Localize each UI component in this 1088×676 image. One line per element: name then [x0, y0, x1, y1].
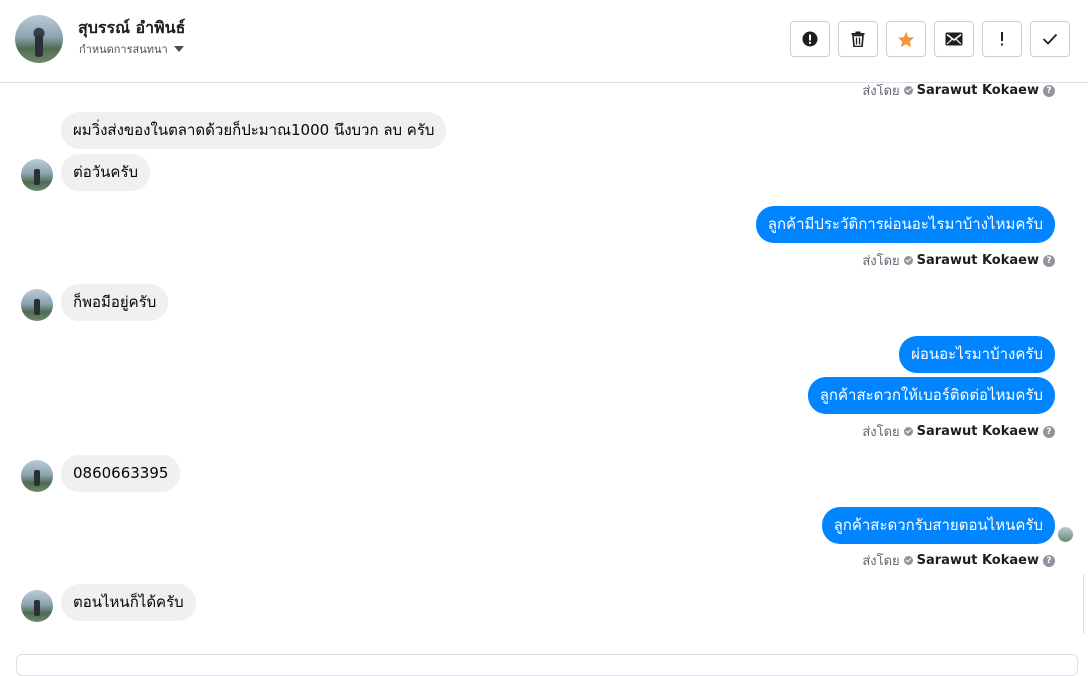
sent-by-label: ส่งโดย: [862, 425, 900, 440]
contact-name[interactable]: สุบรรณ์ อำพินธ์: [78, 16, 185, 41]
contact-avatar-small[interactable]: [21, 590, 53, 622]
sent-by-label: ส่งโดย: [862, 254, 900, 269]
conversation-header: สุบรรณ์ อำพินธ์ กำหนดการสนทนา: [0, 0, 1088, 83]
sent-by-label: ส่งโดย: [862, 554, 900, 569]
contact-avatar-small[interactable]: [21, 460, 53, 492]
check-icon: [1042, 33, 1058, 45]
verified-icon: [903, 556, 913, 565]
help-icon[interactable]: ?: [1043, 554, 1055, 567]
incoming-message[interactable]: ตอนไหนก็ได้ครับ: [61, 584, 196, 621]
incoming-message[interactable]: ก็พอมีอยู่ครับ: [61, 284, 169, 321]
contact-avatar[interactable]: [15, 15, 63, 63]
verified-icon: [903, 427, 913, 436]
sent-by-info: ส่งโดย Sarawut Kokaew ?: [862, 84, 1055, 101]
help-icon[interactable]: ?: [1043, 84, 1055, 97]
sender-name[interactable]: Sarawut Kokaew: [917, 84, 1039, 98]
alert-circle-icon: [802, 31, 818, 47]
conversation-label: กำหนดการสนทนา: [79, 43, 168, 56]
scrollbar[interactable]: [1083, 574, 1084, 634]
delete-button[interactable]: [838, 21, 878, 57]
mark-unread-button[interactable]: [934, 21, 974, 57]
mark-spam-button[interactable]: [790, 21, 830, 57]
sent-by-info: ส่งโดย Sarawut Kokaew ?: [862, 421, 1055, 442]
conversation-toolbar: [790, 21, 1070, 57]
trash-icon: [851, 31, 865, 47]
message-thread[interactable]: ส่งโดย Sarawut Kokaew ? ผมวิ่งส่งของในตล…: [0, 84, 1088, 661]
incoming-message[interactable]: 0860663395: [61, 455, 181, 492]
envelope-icon: [945, 32, 963, 46]
mark-done-button[interactable]: [1030, 21, 1070, 57]
contact-avatar-small[interactable]: [21, 289, 53, 321]
verified-icon: [903, 256, 913, 265]
incoming-message[interactable]: ต่อวันครับ: [61, 154, 151, 191]
conversation-settings-dropdown[interactable]: กำหนดการสนทนา: [79, 40, 184, 58]
sender-name[interactable]: Sarawut Kokaew: [917, 424, 1039, 439]
incoming-message[interactable]: ผมวิ่งส่งของในตลาดด้วยก็ปะมาณ1000 นึงบวก…: [61, 112, 447, 149]
outgoing-message[interactable]: ลูกค้าสะดวกให้เบอร์ติดต่อไหมครับ: [807, 377, 1055, 414]
help-icon[interactable]: ?: [1043, 425, 1055, 438]
star-button[interactable]: [886, 21, 926, 57]
sent-by-info: ส่งโดย Sarawut Kokaew ?: [862, 250, 1055, 271]
exclamation-icon: [1001, 32, 1003, 46]
sent-by-info: ส่งโดย Sarawut Kokaew ?: [862, 550, 1055, 571]
sent-by-label: ส่งโดย: [862, 84, 900, 99]
outgoing-message[interactable]: ลูกค้ามีประวัติการผ่อนอะไรมาบ้างไหมครับ: [755, 206, 1055, 243]
star-icon: [897, 31, 915, 47]
verified-icon: [903, 86, 913, 95]
outgoing-message[interactable]: ผ่อนอะไรมาบ้างครับ: [899, 336, 1055, 373]
help-icon[interactable]: ?: [1043, 254, 1055, 267]
seen-receipt-avatar: [1058, 527, 1073, 542]
mark-important-button[interactable]: [982, 21, 1022, 57]
sender-name[interactable]: Sarawut Kokaew: [917, 553, 1039, 568]
outgoing-message[interactable]: ลูกค้าสะดวกรับสายตอนไหนครับ: [821, 507, 1055, 544]
sender-name[interactable]: Sarawut Kokaew: [917, 253, 1039, 268]
message-composer[interactable]: [16, 654, 1078, 676]
caret-down-icon: [173, 46, 184, 52]
contact-avatar-small[interactable]: [21, 159, 53, 191]
